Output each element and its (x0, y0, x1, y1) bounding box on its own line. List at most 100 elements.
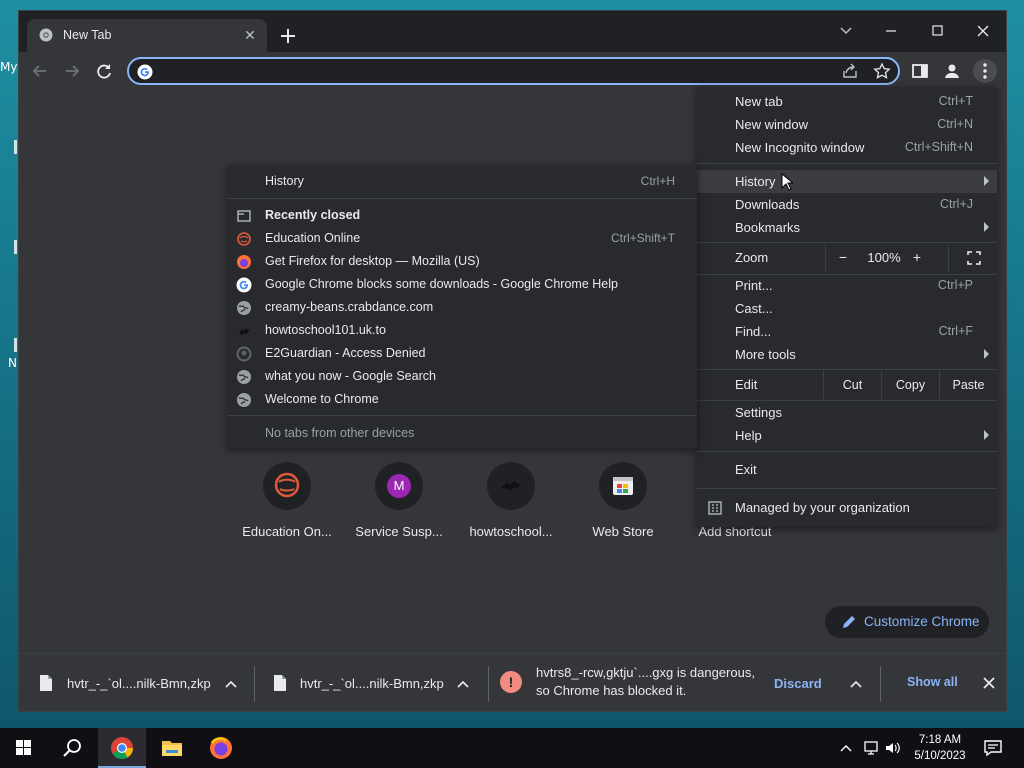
maximize-icon[interactable] (915, 17, 959, 45)
kebab-menu-icon[interactable] (973, 59, 997, 83)
history-entry[interactable]: howtoschool101.uk.to (227, 319, 697, 342)
menu-item-label: Downloads (735, 197, 800, 212)
back-icon[interactable] (29, 60, 51, 82)
menu-item-label: Print... (735, 278, 773, 293)
history-entry-label: creamy-beans.crabdance.com (265, 300, 434, 314)
history-entry[interactable]: creamy-beans.crabdance.com (227, 296, 697, 319)
history-entry[interactable]: what you now - Google Search (227, 365, 697, 388)
menu-item-exit[interactable]: Exit (697, 458, 997, 481)
history-submenu: History Ctrl+H Recently closed Education… (227, 166, 697, 448)
submenu-arrow-icon (984, 430, 989, 440)
menu-item-label: Exit (735, 462, 757, 477)
web-store-icon (599, 462, 647, 510)
search-icon[interactable] (48, 728, 96, 768)
paste-button[interactable]: Paste (939, 371, 997, 399)
menu-item-new-incognito-window[interactable]: New Incognito window Ctrl+Shift+N (697, 136, 997, 159)
firefox-icon[interactable] (197, 728, 245, 768)
menu-item-label: New tab (735, 94, 783, 109)
menu-item-shortcut: Ctrl+Shift+T (610, 231, 675, 245)
download-item[interactable]: hvtr_-_`ol....nilk-Bmn,zkp (255, 654, 487, 711)
history-entry[interactable]: Welcome to Chrome (227, 388, 697, 411)
taskbar-clock[interactable]: 7:18 AM 5/10/2023 (904, 732, 976, 764)
file-icon (273, 674, 287, 692)
new-tab-button[interactable] (277, 25, 299, 47)
tab-new-tab[interactable]: New Tab ✕ (27, 19, 267, 52)
menu-item-shortcut: Ctrl+F (938, 324, 973, 338)
desktop-icon-fragment (14, 240, 17, 254)
fullscreen-icon[interactable] (948, 244, 998, 272)
copy-button[interactable]: Copy (881, 371, 939, 399)
customize-chrome-button[interactable]: Customize Chrome (825, 606, 989, 638)
star-icon[interactable] (873, 62, 891, 80)
history-entry[interactable]: Get Firefox for desktop — Mozilla (US) (227, 250, 697, 273)
submenu-arrow-icon (984, 349, 989, 359)
download-item[interactable]: hvtr_-_`ol....nilk-Bmn,zkp (19, 654, 253, 711)
chevron-up-icon[interactable] (223, 676, 239, 692)
shortcut-label: Education On... (242, 524, 332, 539)
chrome-icon[interactable] (98, 728, 146, 768)
menu-item-history[interactable]: History (697, 170, 997, 193)
cut-button[interactable]: Cut (823, 371, 881, 399)
omnibox[interactable] (127, 57, 900, 85)
menu-separator (227, 415, 697, 416)
profile-icon[interactable] (941, 60, 963, 82)
chevron-down-icon[interactable] (824, 17, 868, 45)
google-g-icon (236, 277, 252, 293)
address-input[interactable] (161, 62, 821, 80)
zoom-out-button[interactable]: − (834, 249, 852, 265)
letter-m-icon: M (375, 462, 423, 510)
close-icon[interactable] (961, 17, 1005, 45)
forward-icon[interactable] (61, 60, 83, 82)
windows-start-icon[interactable] (0, 728, 48, 768)
shortcut-tile[interactable]: howtoschool... (455, 462, 567, 552)
network-icon[interactable] (862, 740, 880, 756)
tab-strip: New Tab ✕ (19, 11, 1006, 52)
notification-icon[interactable] (983, 738, 1003, 758)
menu-item-label: New window (735, 117, 808, 132)
menu-item-downloads[interactable]: Downloads Ctrl+J (697, 193, 997, 216)
menu-item-help[interactable]: Help (697, 424, 997, 447)
menu-item-cast[interactable]: Cast... (697, 297, 997, 320)
history-entry[interactable]: E2Guardian - Access Denied (227, 342, 697, 365)
chevron-up-icon[interactable] (455, 676, 471, 692)
managed-by-organization[interactable]: Managed by your organization (697, 493, 997, 521)
menu-item-new-window[interactable]: New window Ctrl+N (697, 113, 997, 136)
volume-icon[interactable] (884, 740, 902, 756)
show-all-button[interactable]: Show all (907, 675, 958, 689)
reload-icon[interactable] (93, 60, 115, 82)
menu-item-find[interactable]: Find... Ctrl+F (697, 320, 997, 343)
minimize-icon[interactable] (869, 17, 913, 45)
shortcut-tile[interactable]: Education On... (231, 462, 343, 552)
shortcut-tile[interactable]: M Service Susp... (343, 462, 455, 552)
share-icon[interactable] (841, 62, 859, 80)
history-entry-label: what you now - Google Search (265, 369, 436, 383)
menu-item-shortcut: Ctrl+N (937, 117, 973, 131)
chevron-up-icon[interactable] (848, 676, 864, 692)
education-online-icon (236, 231, 252, 247)
menu-item-new-tab[interactable]: New tab Ctrl+T (697, 90, 997, 113)
menu-item-label: More tools (735, 347, 796, 362)
side-panel-icon[interactable] (909, 60, 931, 82)
divider (880, 666, 881, 702)
close-icon[interactable]: ✕ (241, 26, 259, 44)
file-explorer-icon[interactable] (148, 728, 196, 768)
history-entry[interactable]: Education Online Ctrl+Shift+T (227, 227, 697, 250)
edit-row: Edit Cut Copy Paste (697, 371, 997, 399)
download-bar: hvtr_-_`ol....nilk-Bmn,zkp hvtr_-_`ol...… (19, 653, 1006, 711)
customize-chrome-label: Customize Chrome (864, 614, 980, 629)
menu-item-settings[interactable]: Settings (697, 401, 997, 424)
dangerous-download-message: hvtrs8_-rcw,gktju`....gxg is dangerous, … (536, 664, 766, 700)
history-full-item[interactable]: History Ctrl+H (227, 170, 697, 193)
menu-item-more-tools[interactable]: More tools (697, 343, 997, 366)
close-icon[interactable] (981, 675, 997, 691)
zoom-in-button[interactable]: + (908, 249, 926, 265)
chevron-up-icon[interactable] (838, 740, 854, 756)
shortcut-label: howtoschool... (469, 524, 553, 539)
zoom-controls: − 100% + (825, 244, 997, 272)
shortcut-tile[interactable]: Web Store (567, 462, 679, 552)
discard-button[interactable]: Discard (774, 676, 822, 691)
shortcut-label: Service Susp... (355, 524, 443, 539)
history-entry[interactable]: Google Chrome blocks some downloads - Go… (227, 273, 697, 296)
menu-item-bookmarks[interactable]: Bookmarks (697, 216, 997, 239)
menu-item-print[interactable]: Print... Ctrl+P (697, 274, 997, 297)
